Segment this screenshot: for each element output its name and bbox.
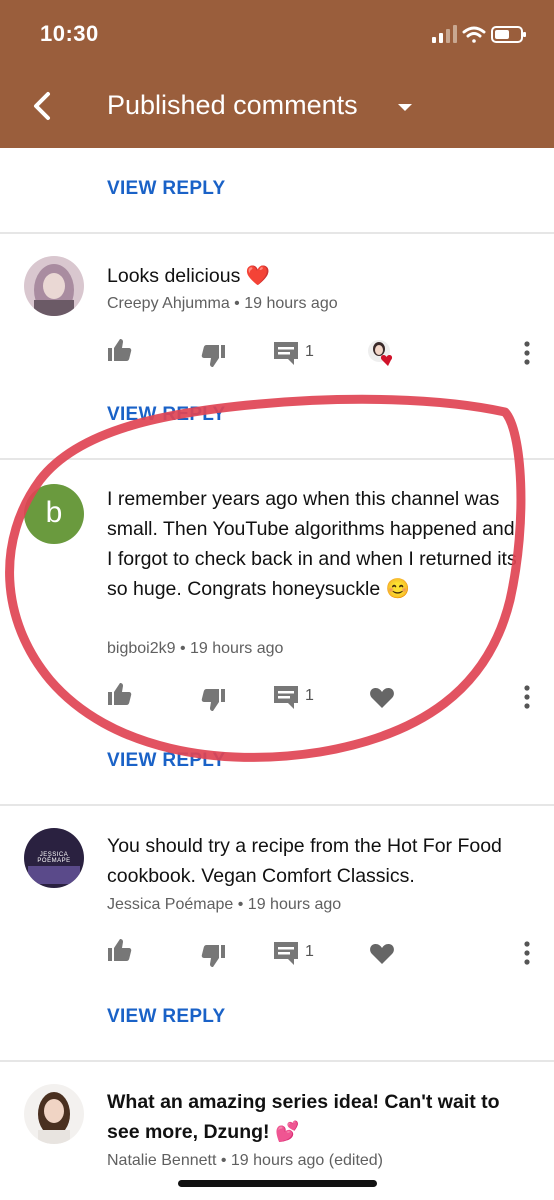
dislike-icon[interactable] [198,684,228,714]
comment-time: 19 hours ago [244,295,338,312]
comment-meta: bigboi2k9 • 19 hours ago [107,640,283,658]
view-reply-button[interactable]: VIEW REPLY [107,404,225,426]
reply-icon[interactable] [271,682,301,712]
comment-time: 19 hours ago [190,640,284,657]
comment-time: 19 hours ago [247,896,342,913]
home-indicator[interactable] [178,1180,377,1187]
dislike-icon[interactable] [198,340,228,370]
comment-author[interactable]: Creepy Ahjumma [107,295,230,312]
view-reply-button[interactable]: VIEW REPLY [107,750,225,772]
divider [0,804,554,806]
avatar: b [24,484,84,544]
like-icon[interactable] [105,680,135,710]
avatar [24,1084,84,1144]
app-header: 10:30 Published comments [0,0,554,148]
avatar-text: JESSICA POÉMAPE [37,852,71,864]
reply-icon[interactable] [271,938,301,968]
comment-author[interactable]: bigboi2k9 [107,640,176,657]
comment-text: Looks delicious ❤️ [107,265,271,287]
page-title[interactable]: Published comments [107,90,358,121]
avatar [24,256,84,316]
comment-meta: Jessica Poémape • 19 hours ago [107,896,341,914]
like-icon[interactable] [105,936,135,966]
reply-count: 1 [305,943,314,960]
chevron-down-icon[interactable] [395,100,415,114]
more-options-icon[interactable] [520,938,534,968]
signal-icon [432,25,457,43]
reply-count: 1 [305,687,314,704]
view-reply-button[interactable]: VIEW REPLY [107,1006,225,1028]
heart-icon[interactable] [367,682,397,712]
view-reply-button[interactable]: VIEW REPLY [107,178,225,200]
heart-icon[interactable] [367,938,397,968]
divider [0,1060,554,1062]
comment-meta: Creepy Ahjumma • 19 hours ago [107,295,338,313]
comment-text: You should try a recipe from the Hot For… [107,835,502,887]
comment-author[interactable]: Jessica Poémape [107,896,233,913]
comment-meta: Natalie Bennett • 19 hours ago (edited) [107,1152,383,1170]
more-options-icon[interactable] [520,682,534,712]
status-icons [432,25,526,43]
like-icon[interactable] [105,336,135,366]
divider [0,232,554,234]
avatar: JESSICA POÉMAPE [24,828,84,888]
meta-separator: • [220,1152,231,1169]
creator-heart-icon[interactable] [366,338,396,368]
wifi-icon [462,26,486,43]
more-options-icon[interactable] [520,338,534,368]
back-arrow-icon[interactable] [22,84,66,128]
status-time: 10:30 [40,21,99,46]
reply-count: 1 [305,343,314,360]
battery-icon [491,26,526,43]
comment-time: 19 hours ago (edited) [230,1152,384,1169]
meta-separator: • [234,295,245,312]
meta-separator: • [237,896,248,913]
meta-separator: • [179,640,190,657]
dislike-icon[interactable] [198,940,228,970]
avatar-skyline [28,866,80,884]
comment-author[interactable]: Natalie Bennett [107,1152,216,1169]
reply-icon[interactable] [271,338,301,368]
comment-text: What an amazing series idea! Can't wait … [107,1091,500,1143]
comment-text: I remember years ago when this channel w… [107,488,517,600]
divider [0,458,554,460]
